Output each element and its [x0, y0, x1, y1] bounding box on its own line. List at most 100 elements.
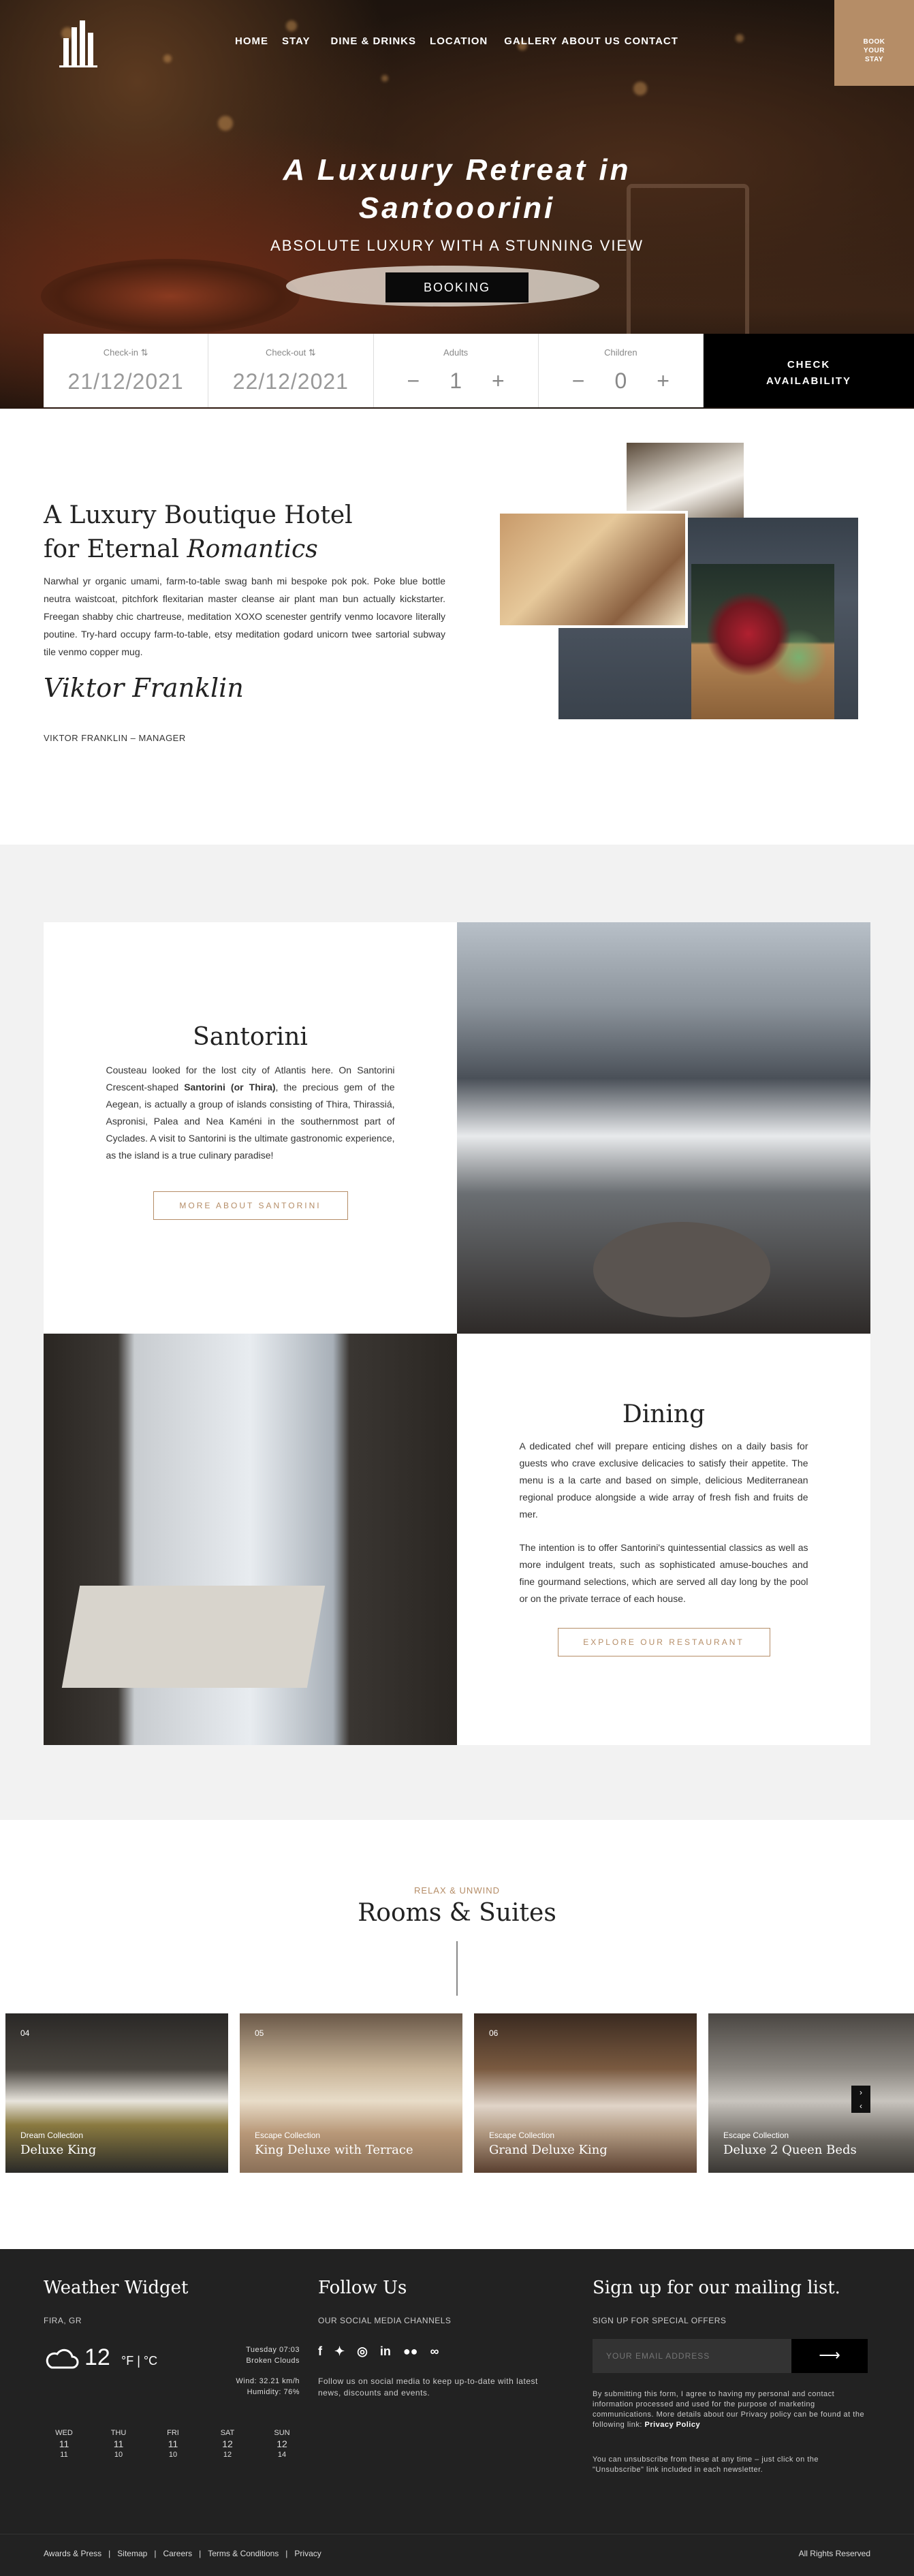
- santorini-box: Santorini Cousteau looked for the lost c…: [44, 922, 457, 1334]
- dining-box: Dining A dedicated chef will prepare ent…: [457, 1334, 870, 1745]
- dining-title: Dining: [622, 1400, 706, 1428]
- main-nav: HOME STAY DINE & DRINKS LOCATION GALLERY…: [235, 35, 692, 47]
- facebook-icon[interactable]: f: [318, 2344, 322, 2359]
- book-label: BOOK: [863, 38, 885, 46]
- checkin-value: 21/12/2021: [67, 369, 184, 394]
- nav-dine-drinks[interactable]: DINE & DRINKS: [331, 35, 417, 47]
- more-about-santorini-button[interactable]: MORE ABOUT SANTORINI: [153, 1191, 348, 1220]
- footer-link-awards[interactable]: Awards & Press: [44, 2549, 101, 2558]
- social-text: Follow us on social media to keep up-to-…: [318, 2376, 538, 2398]
- room-card[interactable]: 04 Dream Collection Deluxe King: [5, 2013, 228, 2173]
- forecast-day-name: SUN: [274, 2429, 290, 2437]
- checkin-label: Check-in: [103, 347, 138, 358]
- forecast-low: 10: [168, 2451, 178, 2459]
- room-collection: Escape Collection: [723, 2131, 789, 2140]
- instagram-icon[interactable]: ◎: [357, 2344, 368, 2359]
- slider-arrows[interactable]: › ‹: [851, 2086, 870, 2113]
- social-label: OUR SOCIAL MEDIA CHANNELS: [318, 2316, 452, 2325]
- rooms-title: Rooms & Suites: [358, 1899, 556, 1927]
- hero: HOME STAY DINE & DRINKS LOCATION GALLERY…: [0, 0, 914, 409]
- forecast-temp: 11: [59, 2438, 69, 2449]
- forecast-day-name: FRI: [167, 2429, 179, 2437]
- privacy-policy-link[interactable]: Privacy Policy: [644, 2421, 700, 2429]
- footer-link-terms[interactable]: Terms & Conditions: [208, 2549, 279, 2558]
- forecast-day-name: THU: [110, 2429, 127, 2437]
- forecast-day-name: SAT: [220, 2429, 235, 2437]
- forecast-day: SAT 12 12: [207, 2428, 248, 2460]
- footer-link-privacy[interactable]: Privacy: [294, 2549, 321, 2558]
- social-icons: f ✦ ◎ in ●● ∞: [318, 2344, 439, 2359]
- children-minus-button[interactable]: −: [572, 368, 585, 394]
- booking-button[interactable]: BOOKING: [385, 272, 529, 302]
- santorini-text-b: , the precious gem of the Aegean, is act…: [106, 1082, 395, 1161]
- nav-gallery[interactable]: GALLERY: [504, 35, 557, 47]
- adults-plus-button[interactable]: +: [492, 368, 505, 394]
- santorini-text-bold: Santorini (or Thira): [184, 1082, 276, 1093]
- slider-next-icon[interactable]: ‹: [851, 2099, 870, 2113]
- adults-minus-button[interactable]: −: [407, 368, 420, 394]
- manager-signature: Viktor Franklin: [44, 673, 244, 703]
- hotel-logo[interactable]: [58, 18, 99, 69]
- room-collection: Escape Collection: [255, 2131, 321, 2140]
- linkedin-icon[interactable]: in: [380, 2344, 391, 2359]
- forecast-low: 12: [223, 2451, 232, 2459]
- weather-humidity: Humidity: 76%: [247, 2388, 300, 2396]
- intro-text: Narwhal yr organic umami, farm-to-table …: [44, 576, 445, 657]
- availability-label: AVAILABILITY: [766, 375, 852, 387]
- check-label: CHECK: [787, 359, 831, 371]
- checkin-field[interactable]: Check-in ⇅ 21/12/2021: [44, 334, 209, 407]
- nav-contact[interactable]: CONTACT: [625, 35, 678, 47]
- nav-stay[interactable]: STAY: [282, 35, 311, 47]
- hero-title-line1: A Luxuury Retreat in: [283, 153, 631, 187]
- forecast-day: THU 11 10: [98, 2428, 139, 2460]
- footer-link-sitemap[interactable]: Sitemap: [117, 2549, 147, 2558]
- nav-home[interactable]: HOME: [235, 35, 268, 47]
- email-input[interactable]: [593, 2339, 791, 2373]
- dining-room-photo: [44, 1334, 457, 1745]
- check-availability-button[interactable]: CHECK AVAILABILITY: [704, 334, 914, 407]
- intro-title-line1: A Luxury Boutique Hotel: [44, 501, 353, 529]
- forecast-day: WED 11 11: [44, 2428, 84, 2460]
- checkout-field[interactable]: Check-out ⇅ 22/12/2021: [208, 334, 374, 407]
- children-plus-button[interactable]: +: [657, 368, 669, 394]
- flickr-icon[interactable]: ●●: [403, 2344, 418, 2359]
- book-your-stay-button[interactable]: BOOK YOUR STAY: [834, 0, 914, 86]
- footer-link-careers[interactable]: Careers: [163, 2549, 192, 2558]
- weather-temp: 12: [84, 2344, 110, 2370]
- footer: Weather Widget FIRA, GR 12 °F | °C Tuesd…: [0, 2249, 914, 2576]
- dining-text-1: A dedicated chef will prepare enticing d…: [519, 1441, 808, 1520]
- forecast-temp: 12: [222, 2438, 233, 2449]
- subscribe-arrow-button[interactable]: ⟶: [791, 2339, 868, 2373]
- tripadvisor-icon[interactable]: ∞: [430, 2344, 439, 2359]
- twitter-icon[interactable]: ✦: [334, 2344, 345, 2359]
- adults-value: 1: [450, 368, 462, 393]
- link-separator: |: [154, 2549, 157, 2558]
- room-card[interactable]: 05 Escape Collection King Deluxe with Te…: [240, 2013, 462, 2173]
- room-card[interactable]: Escape Collection Deluxe 2 Queen Beds › …: [708, 2013, 914, 2173]
- manager-name: VIKTOR FRANKLIN – MANAGER: [44, 733, 186, 743]
- children-value: 0: [614, 368, 627, 393]
- unsubscribe-text: You can unsubscribe from these at any ti…: [593, 2455, 819, 2474]
- room-collection: Dream Collection: [20, 2131, 84, 2140]
- link-separator: |: [285, 2549, 288, 2558]
- forecast-day-name: WED: [55, 2429, 73, 2437]
- forecast-temp: 12: [277, 2438, 287, 2449]
- weather-forecast: WED 11 11 THU 11 10 FRI 11 10 SAT 12 12 SUN 12 14: [44, 2428, 302, 2460]
- forecast-temp: 11: [113, 2438, 124, 2449]
- link-separator: |: [199, 2549, 202, 2558]
- hero-title-line2: Santooorini: [358, 191, 556, 225]
- nav-location[interactable]: LOCATION: [430, 35, 488, 47]
- temp-unit-toggle[interactable]: °F | °C: [121, 2354, 157, 2368]
- checkout-label: Check-out: [265, 347, 306, 358]
- room-card[interactable]: 06 Escape Collection Grand Deluxe King: [474, 2013, 697, 2173]
- explore-restaurant-button[interactable]: EXPLORE OUR RESTAURANT: [557, 1628, 770, 1656]
- adults-field: Adults − 1 +: [373, 334, 539, 407]
- children-label: Children: [604, 347, 637, 358]
- nav-about-us[interactable]: ABOUT US: [561, 35, 620, 47]
- room-name: King Deluxe with Terrace: [255, 2143, 413, 2157]
- consent-body: By submitting this form, I agree to havi…: [593, 2390, 865, 2429]
- forecast-low: 10: [114, 2451, 123, 2459]
- slider-prev-icon[interactable]: ›: [851, 2086, 870, 2099]
- intro-title-line2: for Eternal: [44, 535, 187, 563]
- santorini-text: Cousteau looked for the lost city of Atl…: [106, 1062, 395, 1164]
